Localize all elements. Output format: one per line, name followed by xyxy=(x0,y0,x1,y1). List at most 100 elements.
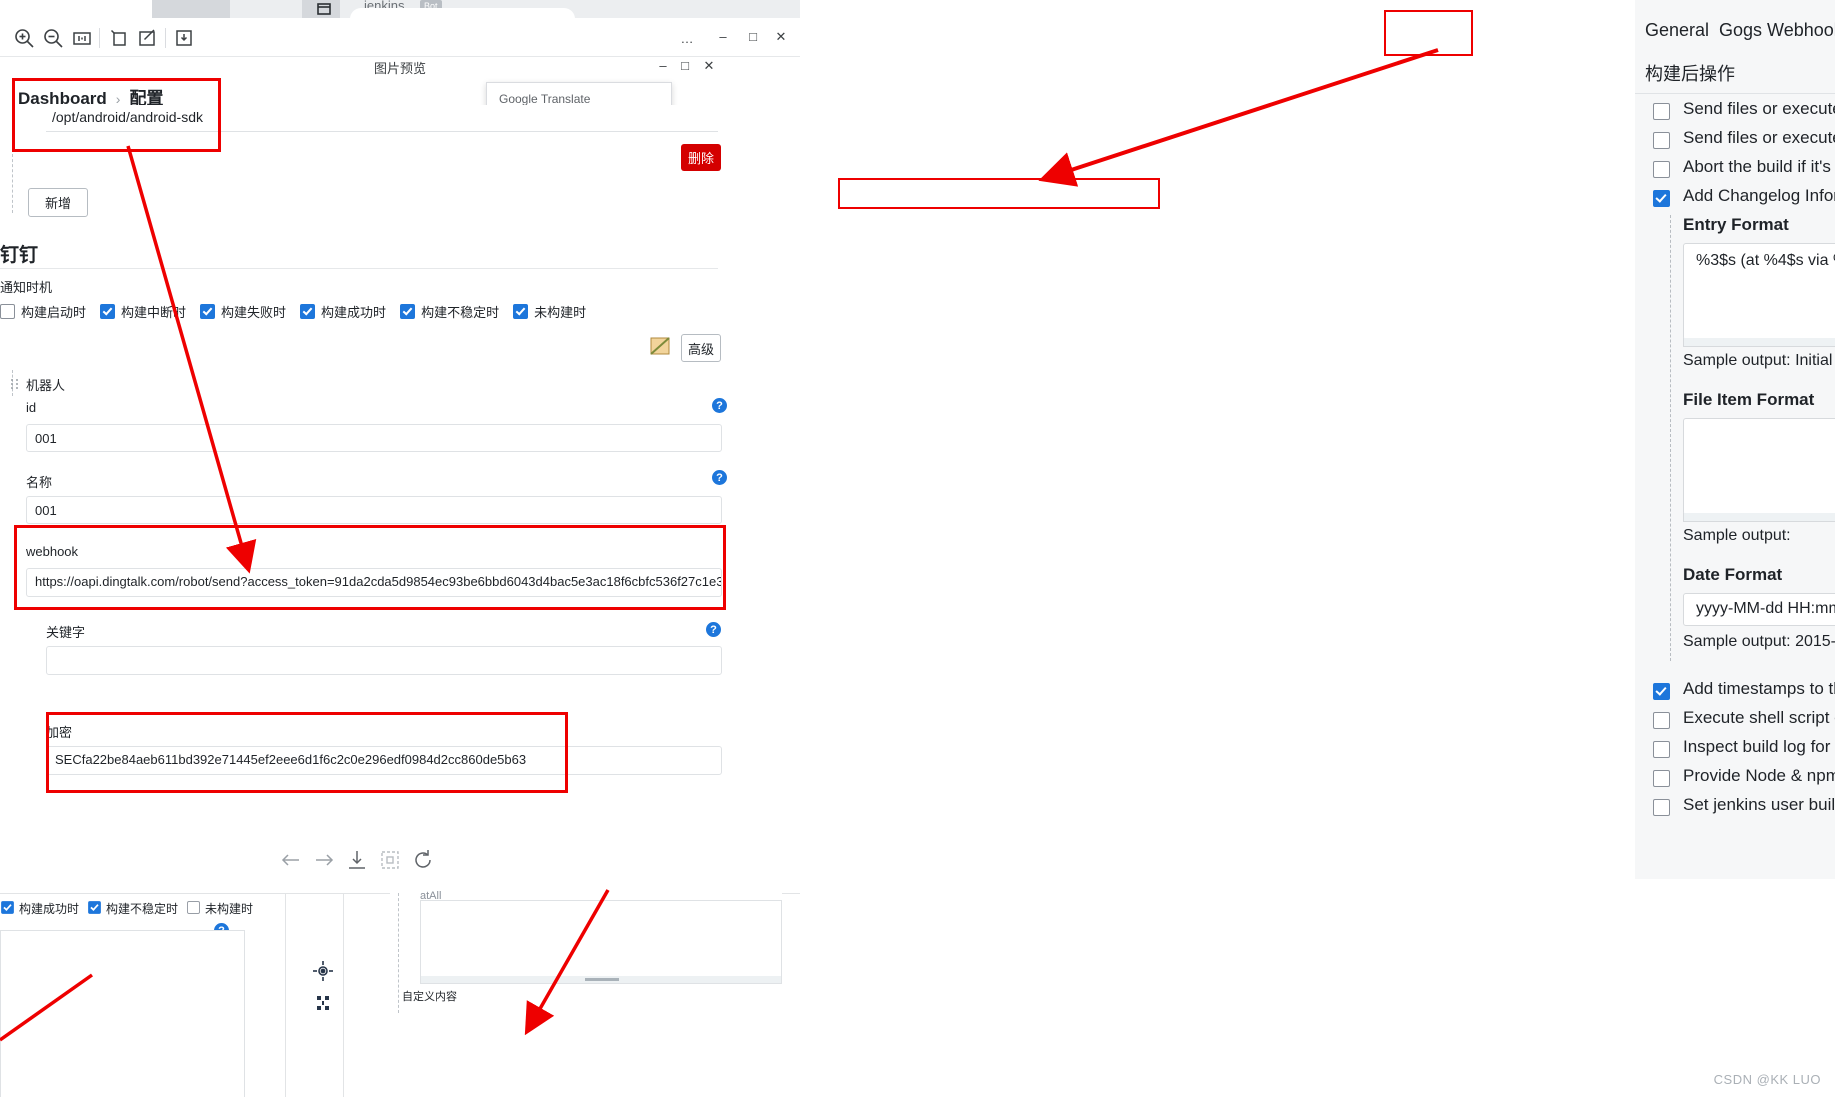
encryption-value: SECfa22be84aeb611bd392e71445ef2eee6d1f6c… xyxy=(55,752,526,767)
outer-close-button[interactable]: ✕ xyxy=(770,26,792,48)
expand-icon[interactable] xyxy=(312,992,334,1014)
build-env-option-bottom-checkbox-0[interactable] xyxy=(1653,683,1670,700)
field-label-id: id xyxy=(26,400,36,415)
build-env-option-bottom-label-0[interactable]: Add timestamps to the Console Output xyxy=(1683,679,1835,699)
preview-minimize-button[interactable]: – xyxy=(652,55,674,77)
build-env-option-label-1[interactable]: Send files or execute commands over SSH … xyxy=(1683,128,1835,148)
zoom-out-icon[interactable] xyxy=(41,26,65,50)
id-input[interactable]: 001 xyxy=(26,424,722,452)
build-env-option-bottom-label-4[interactable]: Set jenkins user build variables xyxy=(1683,795,1835,815)
build-env-option-bottom-checkbox-4[interactable] xyxy=(1653,799,1670,816)
help-icon-name[interactable]: ? xyxy=(712,470,727,485)
file-item-format-textarea-resizer[interactable] xyxy=(1683,513,1835,522)
prev-icon[interactable] xyxy=(278,847,304,873)
image-preview-window: jenkins Bot 图片预览 … – □ ✕ – □ ✕ Google Tr… xyxy=(0,0,800,1097)
browser-tab-1[interactable] xyxy=(0,0,152,18)
background-trigger-checkbox-2[interactable] xyxy=(187,901,200,914)
notify-timing-label: 通知时机 xyxy=(0,277,52,296)
toolbar-divider-2 xyxy=(165,28,166,48)
build-env-option-checkbox-1[interactable] xyxy=(1653,132,1670,149)
tab-gogs-webhook[interactable]: Gogs Webhook xyxy=(1719,20,1835,41)
field-label-encryption: 加密 xyxy=(46,722,72,741)
date-format-sample: Sample output: 2015-11-24 03:00:00 xyxy=(1683,633,1835,651)
custom-content-label: 自定义内容 xyxy=(402,988,457,1004)
add-button[interactable]: 新增 xyxy=(28,188,88,217)
drag-handle-icon[interactable] xyxy=(10,377,19,389)
fit-width-icon[interactable] xyxy=(70,26,94,50)
toolbar-divider xyxy=(99,28,100,48)
dingtalk-trigger-checkbox-1[interactable] xyxy=(100,304,115,319)
build-env-option-checkbox-3[interactable] xyxy=(1653,190,1670,207)
tab--[interactable]: 构建后操作 xyxy=(1645,60,1735,86)
form-rail-top xyxy=(12,98,14,213)
field-label-name: 名称 xyxy=(26,472,52,491)
entry-format-textarea-resizer[interactable] xyxy=(1683,338,1835,347)
build-env-option-bottom-label-3[interactable]: Provide Node & npm bin/ folder to PATH xyxy=(1683,766,1835,786)
previewed-image-content xyxy=(0,78,782,834)
background-content-textarea[interactable] xyxy=(420,900,782,977)
background-trigger-label-2: 未构建时 xyxy=(205,902,253,916)
entry-format-textarea[interactable]: %3$s (at %4$s via %1$s)\n xyxy=(1683,243,1835,340)
build-env-option-label-0[interactable]: Send files or execute commands over SSH … xyxy=(1683,99,1835,119)
background-trigger-label-1: 构建不稳定时 xyxy=(106,902,178,916)
date-format-input[interactable]: yyyy-MM-dd HH:mm:ss xyxy=(1683,593,1835,626)
preview-maximize-button[interactable]: □ xyxy=(674,55,696,77)
build-env-option-checkbox-0[interactable] xyxy=(1653,103,1670,120)
outer-maximize-button[interactable]: □ xyxy=(742,26,764,48)
dingtalk-trigger-label-3: 构建成功时 xyxy=(321,305,386,320)
changelog-subsection-rail xyxy=(1670,215,1672,661)
dingtalk-trigger-checkbox-4[interactable] xyxy=(400,304,415,319)
background-rail xyxy=(398,893,400,1013)
build-env-option-label-3[interactable]: Add Changelog Information to Environment xyxy=(1683,186,1835,206)
build-env-option-bottom-checkbox-1[interactable] xyxy=(1653,712,1670,729)
browser-tab-2[interactable] xyxy=(230,0,302,18)
background-textarea-grip[interactable] xyxy=(585,978,619,981)
background-trigger-checkbox-1[interactable] xyxy=(88,901,101,914)
help-icon-id[interactable]: ? xyxy=(712,398,727,413)
google-translate-label: Google Translate xyxy=(499,92,590,106)
robot-label: 机器人 xyxy=(26,375,65,394)
dingtalk-trigger-checkbox-0[interactable] xyxy=(0,304,15,319)
more-options-icon[interactable]: … xyxy=(676,28,698,50)
build-env-option-bottom-label-2[interactable]: Inspect build log for published Gradle b… xyxy=(1683,737,1835,757)
build-env-option-label-2[interactable]: Abort the build if it's stuck xyxy=(1683,157,1835,177)
preview-close-button[interactable]: ✕ xyxy=(698,55,720,77)
background-textarea[interactable] xyxy=(0,930,245,1097)
build-env-option-bottom-label-1[interactable]: Execute shell script on remote host usin… xyxy=(1683,708,1835,728)
dingtalk-trigger-checkbox-5[interactable] xyxy=(513,304,528,319)
build-env-option-bottom-checkbox-2[interactable] xyxy=(1653,741,1670,758)
keyword-input[interactable] xyxy=(46,646,722,675)
fit-icon[interactable] xyxy=(377,847,403,873)
dingtalk-trigger-checkbox-3[interactable] xyxy=(300,304,315,319)
panel-divider-2 xyxy=(343,893,344,1097)
field-label-webhook: webhook xyxy=(26,544,78,559)
android-sdk-path-input[interactable]: /opt/android/android-sdk xyxy=(46,105,718,132)
background-trigger-checkbox-0[interactable] xyxy=(1,901,14,914)
file-item-format-textarea[interactable] xyxy=(1683,418,1835,515)
download-icon[interactable] xyxy=(344,847,370,873)
zoom-in-icon[interactable] xyxy=(12,26,36,50)
download-icon[interactable] xyxy=(172,26,196,50)
rotate-icon[interactable] xyxy=(107,26,131,50)
note-icon[interactable] xyxy=(648,335,672,357)
name-input[interactable]: 001 xyxy=(26,496,722,524)
dingtalk-trigger-label-2: 构建失败时 xyxy=(221,305,286,320)
encryption-input[interactable]: SECfa22be84aeb611bd392e71445ef2eee6d1f6c… xyxy=(46,746,722,775)
build-env-option-bottom-checkbox-3[interactable] xyxy=(1653,770,1670,787)
build-env-option-checkbox-2[interactable] xyxy=(1653,161,1670,178)
next-icon[interactable] xyxy=(311,847,337,873)
android-sdk-path-value: /opt/android/android-sdk xyxy=(52,109,203,125)
webhook-input[interactable]: https://oapi.dingtalk.com/robot/send?acc… xyxy=(26,568,722,597)
dingtalk-trigger-checkbox-2[interactable] xyxy=(200,304,215,319)
tab-general[interactable]: General xyxy=(1645,20,1709,41)
delete-button[interactable]: 删除 xyxy=(681,144,721,171)
outer-minimize-button[interactable]: – xyxy=(712,26,734,48)
restore-window-icon[interactable] xyxy=(312,0,336,18)
rotate-icon[interactable] xyxy=(410,847,436,873)
section-divider xyxy=(0,268,718,269)
file-item-format-label: File Item Format xyxy=(1683,390,1814,410)
target-icon[interactable] xyxy=(312,960,334,982)
advanced-button[interactable]: 高级 xyxy=(681,334,721,362)
edit-icon[interactable] xyxy=(135,26,159,50)
help-icon-keyword[interactable]: ? xyxy=(706,622,721,637)
